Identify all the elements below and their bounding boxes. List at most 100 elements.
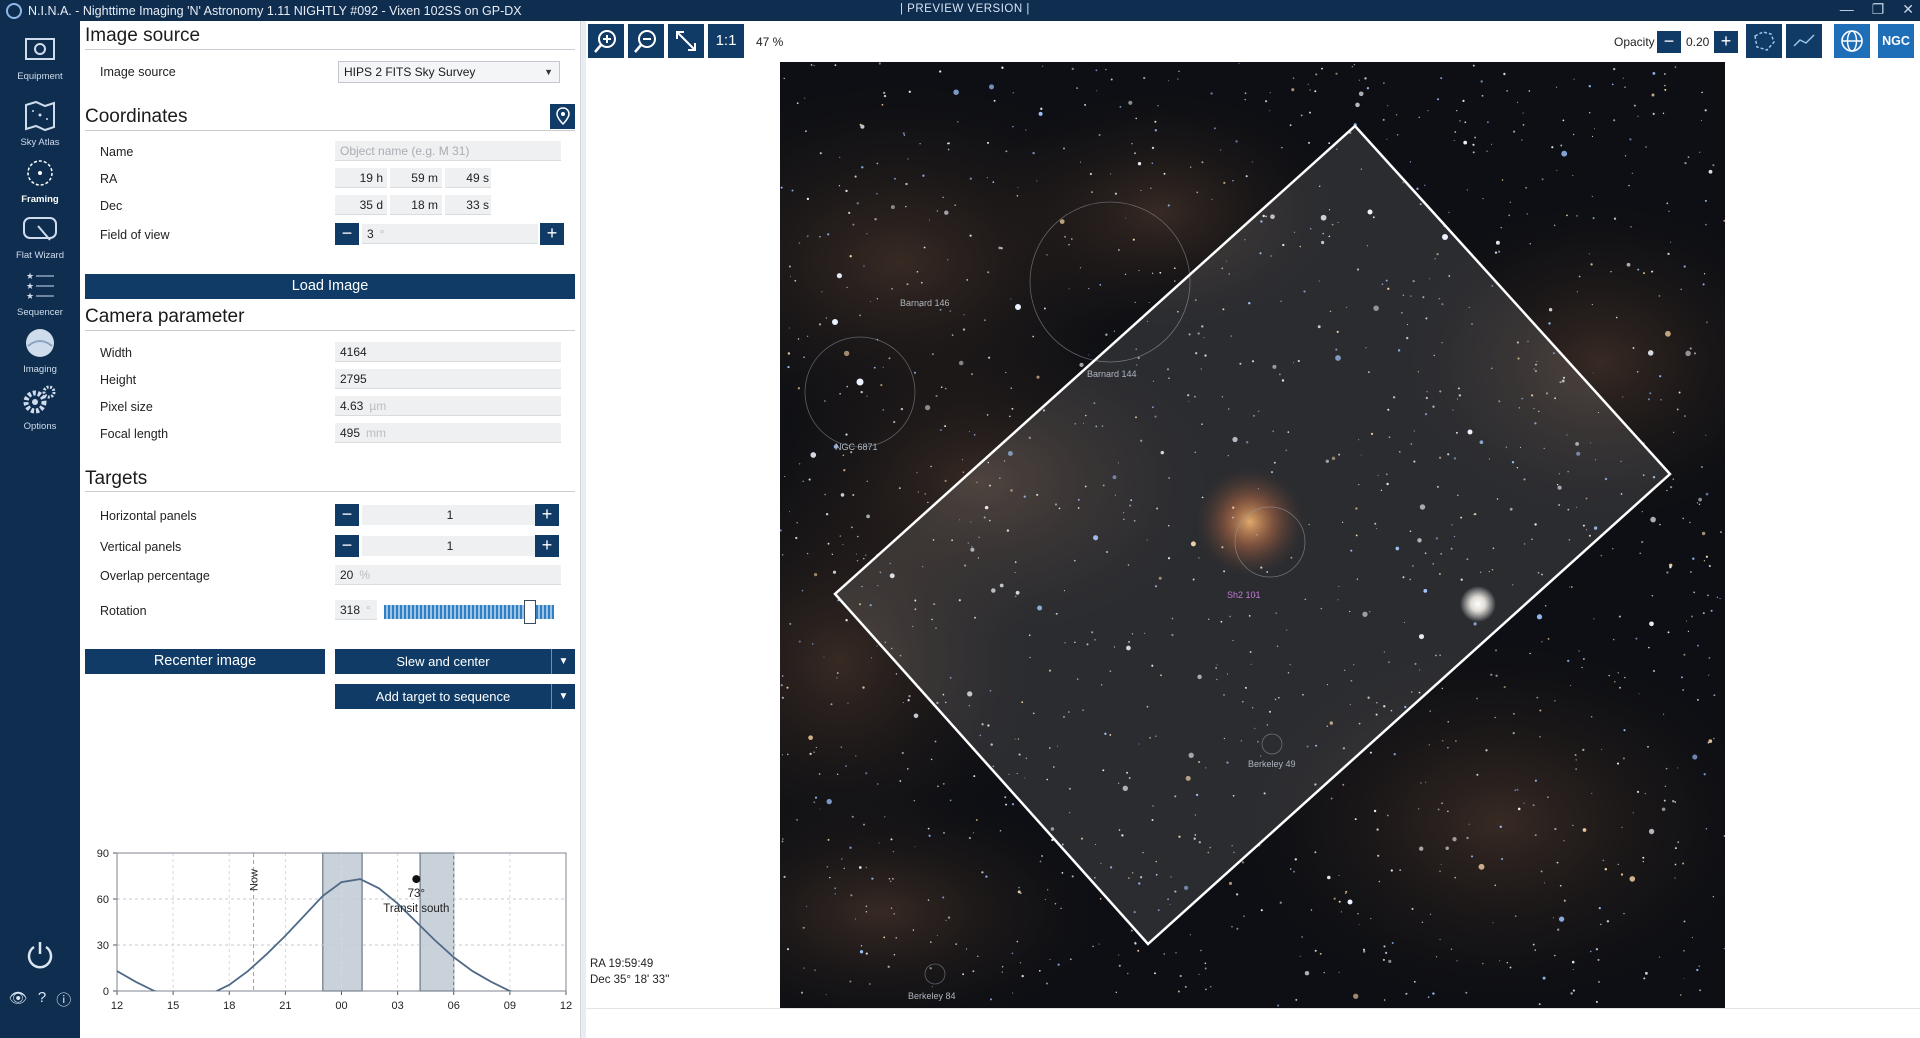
star [1552,917,1554,919]
star [973,775,976,778]
hpanels-decrease-button[interactable]: − [335,504,359,526]
star [827,542,830,545]
star [1523,802,1525,804]
star [1706,594,1709,597]
fit-to-view-button[interactable] [668,24,704,58]
star [834,887,837,890]
star [834,893,837,895]
panel-splitter[interactable] [580,21,586,1038]
fov-decrease-button[interactable]: − [335,223,359,245]
nav-options[interactable]: Options [0,383,80,432]
star [1566,214,1568,217]
star [1708,674,1710,676]
star [1425,781,1427,783]
overlap-input[interactable]: 20% [335,565,561,585]
y-tick-label: 90 [97,848,109,860]
star [1001,966,1004,968]
star [1682,862,1685,865]
star [1036,180,1038,182]
star [1591,304,1593,306]
star [1696,698,1699,701]
power-button[interactable] [24,939,56,976]
star [1151,146,1155,150]
rotation-input[interactable]: 318 ° [335,600,377,620]
width-input[interactable]: 4164 [335,342,561,362]
constellation-boundary-button[interactable] [1746,24,1782,58]
sky-survey-image[interactable]: Barnard 146 Barnard 144 NGC 6871 Sh2 101… [780,62,1725,1008]
star [874,218,877,221]
star [1001,66,1004,69]
pixel-size-input[interactable]: 4.63 µm [335,396,561,416]
hpanels-input[interactable]: 1 [362,505,538,525]
star [1697,644,1699,647]
focal-length-input[interactable]: 495 mm [335,423,561,443]
star [1437,98,1439,101]
nav-sequencer[interactable]: ★ ★ ★ Sequencer [0,269,80,318]
star [1498,250,1501,253]
star [1134,301,1136,304]
star [1699,151,1701,153]
load-image-button[interactable]: Load Image [85,274,575,299]
maximize-icon[interactable]: ❐ [1872,1,1885,18]
cursor-ra-readout: RA 19:59:49 [590,958,654,970]
vpanels-increase-button[interactable]: + [535,535,559,557]
hpanels-increase-button[interactable]: + [535,504,559,526]
ra-hours-input[interactable]: 19 h [335,168,387,188]
nav-flat-wizard[interactable]: Flat Wizard [0,212,80,261]
vpanels-decrease-button[interactable]: − [335,535,359,557]
framing-panel: Image source Image source HIPS 2 FITS Sk… [80,21,580,1038]
image-source-dropdown[interactable]: HIPS 2 FITS Sky Survey ▼ [338,61,560,83]
ngc-toggle-button[interactable]: NGC [1878,24,1914,58]
star [800,991,804,994]
star [1665,767,1668,770]
vpanels-input[interactable]: 1 [362,536,538,556]
star [1506,962,1508,964]
dec-minutes-input[interactable]: 18 m [390,195,442,215]
opacity-increase-button[interactable]: + [1714,31,1738,53]
section-title-targets: Targets [85,468,148,489]
dec-degrees-input[interactable]: 35 d [335,195,387,215]
star [1238,62,1240,65]
ra-minutes-input[interactable]: 59 m [390,168,442,188]
star [927,827,930,830]
star [1619,686,1621,689]
help-icon[interactable]: ? [38,989,46,1010]
zoom-out-button[interactable] [628,24,664,58]
one-to-one-button[interactable]: 1:1 [708,24,744,58]
opacity-value[interactable]: 0.20 [1686,35,1709,49]
nav-sky-atlas[interactable]: Sky Atlas [0,99,80,148]
star [1245,175,1248,178]
zoom-in-button[interactable] [588,24,624,58]
ra-seconds-input[interactable]: 49 s [445,168,491,188]
constellation-lines-button[interactable] [1786,24,1822,58]
star [1476,697,1478,700]
fov-increase-button[interactable]: + [540,223,564,245]
star [1669,485,1673,489]
minimize-icon[interactable]: — [1840,1,1854,18]
object-name-input[interactable]: Object name (e.g. M 31) [335,141,561,161]
pick-location-button[interactable] [550,104,575,129]
eye-icon[interactable]: 👁 [9,989,28,1010]
opacity-decrease-button[interactable]: − [1657,31,1681,53]
star [1241,861,1245,864]
star [893,953,896,956]
nav-equipment[interactable]: Equipment [0,33,80,82]
fov-input[interactable]: 3 ° [362,224,538,244]
rotation-slider[interactable] [384,600,554,624]
nav-imaging[interactable]: Imaging [0,326,80,375]
star [947,916,951,919]
nav-framing[interactable]: Framing [0,156,80,205]
star [1591,135,1594,138]
info-icon[interactable]: ⓘ [56,989,71,1010]
close-icon[interactable]: ✕ [1902,1,1914,18]
star [1704,199,1707,202]
width-value: 4164 [340,345,367,359]
star [1666,571,1669,574]
star [1463,140,1468,145]
star [1571,960,1575,964]
coordinate-grid-button[interactable] [1834,24,1870,58]
dec-seconds-input[interactable]: 33 s [445,195,491,215]
rotation-slider-thumb[interactable] [523,600,536,624]
height-input[interactable]: 2795 [335,369,561,389]
star [846,385,849,388]
